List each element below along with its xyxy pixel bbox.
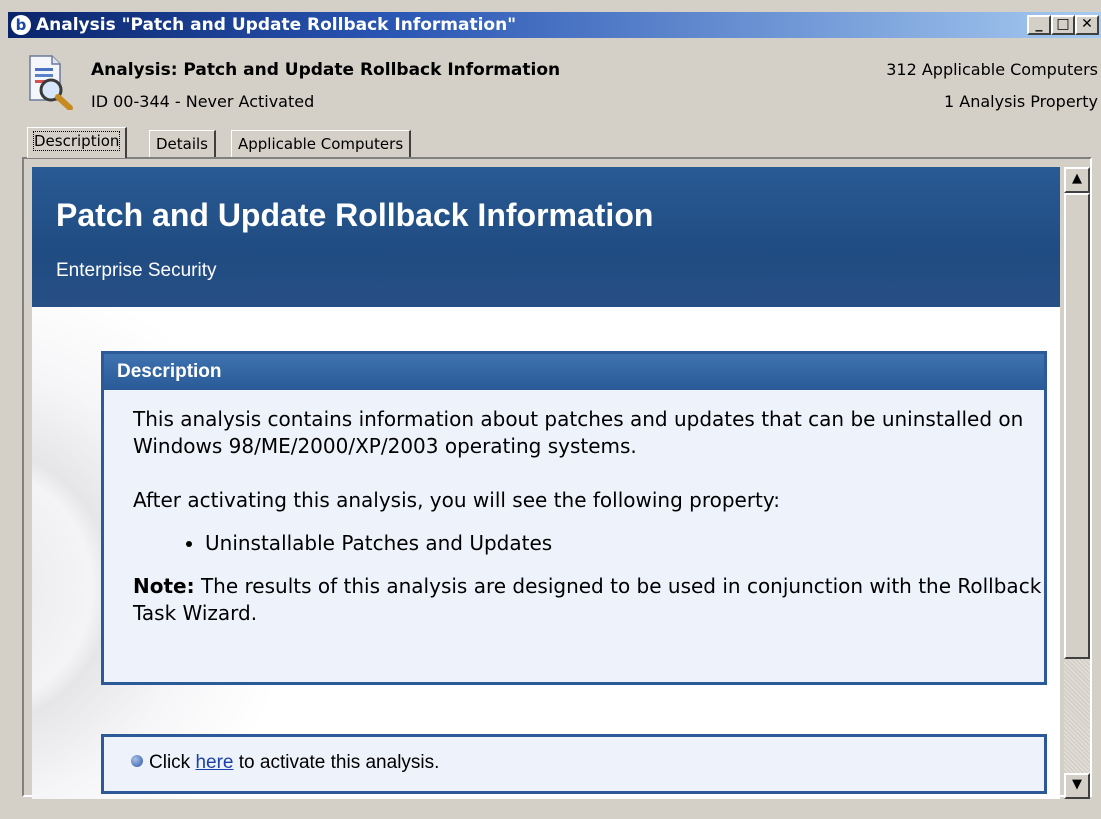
activate-link[interactable]: here	[195, 752, 233, 773]
analysis-window: b Analysis "Patch and Update Rollback In…	[0, 0, 1101, 819]
close-button[interactable]: ✕	[1075, 15, 1099, 35]
scroll-thumb[interactable]	[1064, 193, 1090, 659]
description-heading: Description	[104, 354, 1044, 390]
header-subtitle: ID 00-344 - Never Activated	[91, 92, 315, 111]
activate-box: Click here to activate this analysis.	[101, 734, 1047, 794]
activate-prefix: Click	[149, 752, 196, 773]
banner: Patch and Update Rollback Information En…	[32, 167, 1060, 307]
bullet-icon	[131, 755, 143, 767]
note-label: Note:	[133, 574, 195, 598]
minimize-button[interactable]: _	[1027, 15, 1051, 35]
analysis-property-count: 1 Analysis Property	[944, 92, 1098, 111]
scroll-up-button[interactable]: ▲	[1064, 167, 1090, 193]
vertical-scrollbar[interactable]: ▲ ▼	[1064, 167, 1090, 799]
list-item: Uninstallable Patches and Updates	[205, 530, 1044, 557]
description-note: Note: The results of this analysis are d…	[133, 573, 1044, 627]
property-list: Uninstallable Patches and Updates	[133, 530, 1044, 557]
activate-suffix: to activate this analysis.	[233, 752, 440, 773]
scroll-down-button[interactable]: ▼	[1064, 773, 1090, 799]
description-body: This analysis contains information about…	[104, 390, 1044, 627]
description-content: Patch and Update Rollback Information En…	[32, 167, 1060, 799]
banner-subtitle: Enterprise Security	[56, 260, 217, 281]
app-icon: b	[11, 15, 31, 35]
tab-description[interactable]: Description	[27, 127, 128, 158]
note-text: The results of this analysis are designe…	[133, 574, 1042, 625]
description-paragraph-1: This analysis contains information about…	[133, 407, 1024, 458]
tab-details[interactable]: Details	[149, 130, 217, 157]
maximize-button[interactable]: □	[1051, 15, 1075, 35]
banner-title: Patch and Update Rollback Information	[56, 197, 654, 233]
tab-applicable-computers[interactable]: Applicable Computers	[231, 130, 412, 157]
description-box: Description This analysis contains infor…	[101, 351, 1047, 685]
title-bar[interactable]: b Analysis "Patch and Update Rollback In…	[8, 12, 1101, 38]
window-title: Analysis "Patch and Update Rollback Info…	[36, 15, 517, 35]
description-paragraph-2: After activating this analysis, you will…	[133, 488, 781, 512]
applicable-computers-count: 312 Applicable Computers	[886, 60, 1098, 79]
activate-line: Click here to activate this analysis.	[131, 752, 439, 774]
analysis-document-magnifier-icon	[24, 54, 76, 111]
header-title: Analysis: Patch and Update Rollback Info…	[91, 60, 561, 80]
